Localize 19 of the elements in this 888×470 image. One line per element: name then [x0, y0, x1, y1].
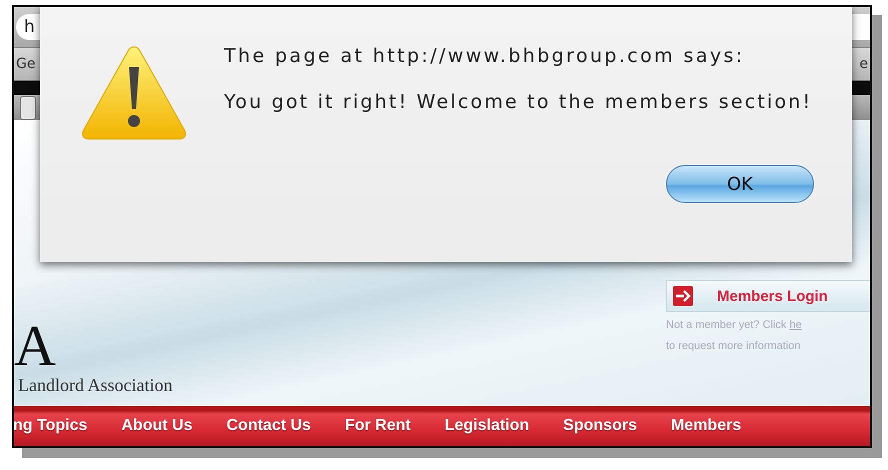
logo-text: Landlord Association [18, 375, 172, 396]
nav-link[interactable]: Members [670, 417, 742, 435]
nav-link[interactable]: For Rent [344, 417, 411, 435]
nav-link[interactable]: Contact Us [226, 417, 311, 435]
bookmark-item[interactable]: Ge [14, 56, 38, 72]
nav-link[interactable]: About Us [121, 417, 192, 435]
members-login-button[interactable]: Members Login [666, 280, 870, 312]
warning-icon [80, 45, 188, 141]
logo-letter: A [14, 322, 57, 369]
dialog-title: The page at http://www.bhbgroup.com says: [224, 45, 746, 67]
nav-link[interactable]: ng Topics [14, 417, 88, 435]
nav-link[interactable]: Sponsors [563, 417, 637, 435]
signup-prompt: Not a member yet? Click he [666, 318, 803, 333]
signup-prompt: to request more information [666, 339, 802, 354]
bookmark-item[interactable]: e [857, 56, 870, 72]
ok-button[interactable]: OK [666, 165, 814, 203]
tab-edge[interactable] [20, 96, 36, 120]
dialog-message: You got it right! Welcome to the members section! [224, 91, 814, 113]
nav-link[interactable]: Legislation [444, 417, 530, 435]
